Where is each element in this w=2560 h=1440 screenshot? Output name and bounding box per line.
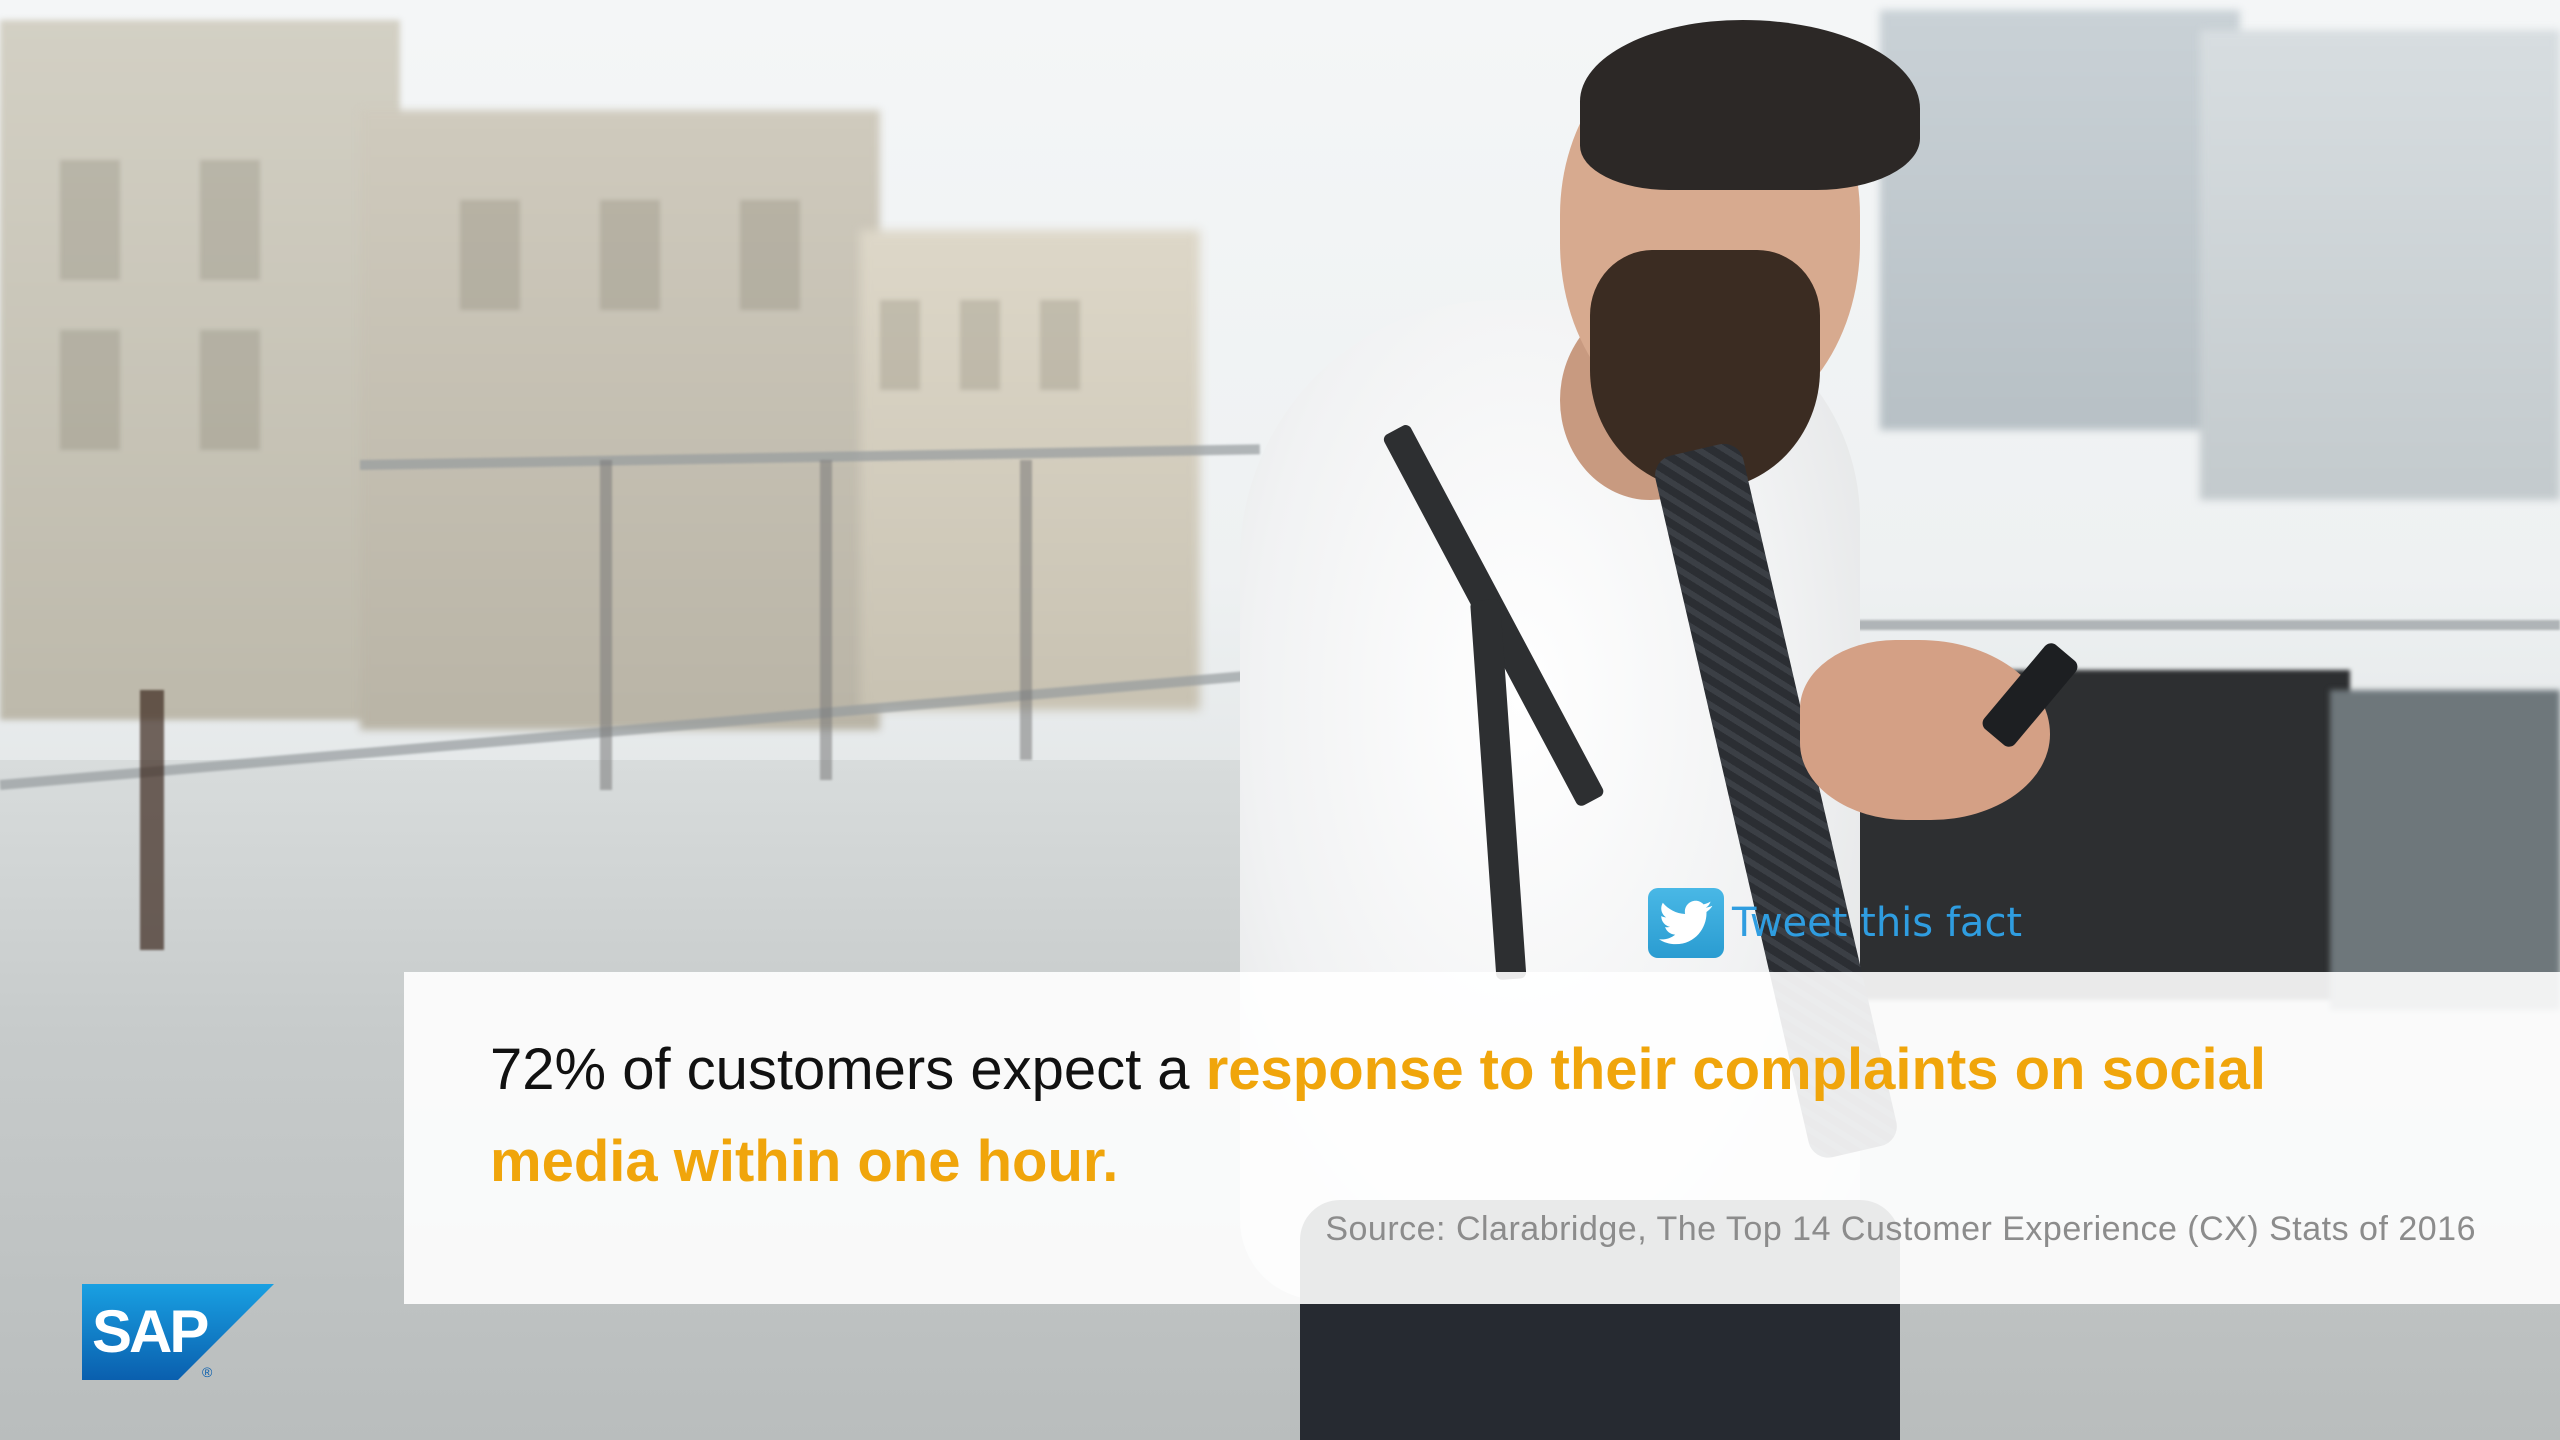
railing-post: [820, 460, 832, 780]
quote-text: 72% of customers expect a response to th…: [490, 1024, 2390, 1208]
twitter-bird-icon: [1648, 888, 1724, 958]
window: [880, 300, 920, 390]
railing-post: [1020, 460, 1032, 760]
glass-panel: [2330, 690, 2560, 1010]
railing-post: [600, 460, 612, 790]
railing-post: [140, 690, 164, 950]
window: [200, 160, 260, 280]
railing: [1800, 620, 2560, 630]
source-citation: Source: Clarabridge, The Top 14 Customer…: [1325, 1210, 2476, 1248]
window: [60, 330, 120, 450]
tweet-this-fact-label: Tweet this fact: [1732, 900, 2023, 946]
window: [60, 160, 120, 280]
window: [200, 330, 260, 450]
building: [1880, 10, 2240, 430]
window: [960, 300, 1000, 390]
window: [740, 200, 800, 310]
building: [2200, 30, 2560, 500]
registered-mark: ®: [202, 1364, 213, 1380]
quote-prefix: 72% of customers expect a: [490, 1037, 1206, 1102]
quote-card: 72% of customers expect a response to th…: [404, 972, 2560, 1304]
window: [460, 200, 520, 310]
window: [1040, 300, 1080, 390]
window: [600, 200, 660, 310]
tweet-this-fact-link[interactable]: Tweet this fact: [1648, 888, 2022, 958]
sap-logo-text: SAP: [92, 1298, 207, 1365]
sap-logo: SAP ®: [82, 1284, 274, 1380]
